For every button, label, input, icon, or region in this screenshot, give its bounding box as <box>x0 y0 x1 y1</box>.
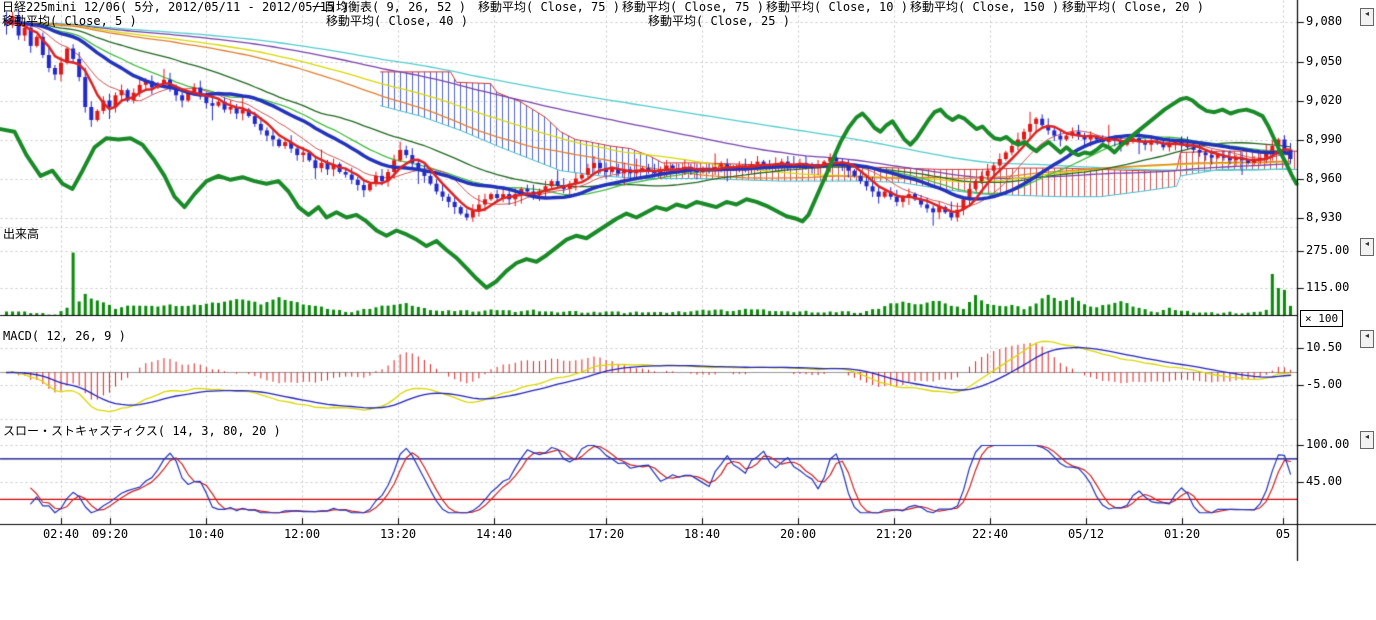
stoch-axis-tick-label: 100.00 <box>1306 438 1349 451</box>
time-axis-tick-label: 20:00 <box>780 528 816 541</box>
price-axis-tick-label: 8,960 <box>1306 172 1342 185</box>
chart-window: 日経225mini 12/06( 5分, 2012/05/11 - 2012/0… <box>0 0 1376 620</box>
time-axis-tick-label: 17:20 <box>588 528 624 541</box>
macd-panel-label: MACD( 12, 26, 9 ) <box>3 330 126 343</box>
volume-multiplier-badge: × 100 <box>1300 310 1343 327</box>
header-indicator-label: 移動平均( Close, 75 ) <box>622 1 764 14</box>
volume-panel-label: 出来高 <box>3 228 39 241</box>
volume-axis-tick-label: 275.00 <box>1306 244 1349 257</box>
price-axis-tick-label: 8,990 <box>1306 133 1342 146</box>
price-axis-tick-label: 9,050 <box>1306 55 1342 68</box>
header-indicator-label: 移動平均( Close, 150 ) <box>910 1 1059 14</box>
header-indicator-label: 移動平均( Close, 20 ) <box>1062 1 1204 14</box>
panel-scroll-arrow-button[interactable]: ◂ <box>1360 238 1374 256</box>
header-indicator-label: 移動平均( Close, 40 ) <box>326 15 468 28</box>
header-indicator-label: 移動平均( Close, 25 ) <box>648 15 790 28</box>
header-indicator-label: 移動平均( Close, 10 ) <box>766 1 908 14</box>
stoch-axis-tick-label: 45.00 <box>1306 475 1342 488</box>
time-axis-tick-label: 09:20 <box>92 528 128 541</box>
volume-axis-tick-label: 115.00 <box>1306 281 1349 294</box>
time-axis-tick-label: 05 <box>1276 528 1290 541</box>
stochastics-panel-label: スロー・ストキャスティクス( 14, 3, 80, 20 ) <box>3 425 281 438</box>
time-axis-tick-label: 05/12 <box>1068 528 1104 541</box>
time-axis-tick-label: 10:40 <box>188 528 224 541</box>
panel-scroll-arrow-button[interactable]: ◂ <box>1360 330 1374 348</box>
time-axis-tick-label: 01:20 <box>1164 528 1200 541</box>
panel-scroll-arrow-button[interactable]: ◂ <box>1360 431 1374 449</box>
panel-scroll-arrow-button[interactable]: ◂ <box>1360 8 1374 26</box>
header-indicator-label: 移動平均( Close, 5 ) <box>2 15 137 28</box>
header-indicator-label: 一目均衡表( 9, 26, 52 ) <box>312 1 466 14</box>
price-axis-tick-label: 9,080 <box>1306 15 1342 28</box>
macd-axis-tick-label: -5.00 <box>1306 378 1342 391</box>
time-axis-tick-label: 02:40 <box>43 528 79 541</box>
time-axis-tick-label: 13:20 <box>380 528 416 541</box>
time-axis-tick-label: 21:20 <box>876 528 912 541</box>
time-axis-tick-label: 12:00 <box>284 528 320 541</box>
price-axis-tick-label: 8,930 <box>1306 211 1342 224</box>
time-axis-tick-label: 18:40 <box>684 528 720 541</box>
macd-axis-tick-label: 10.50 <box>1306 341 1342 354</box>
header-indicator-label: 日経225mini 12/06( 5分, 2012/05/11 - 2012/0… <box>2 1 349 14</box>
price-axis-tick-label: 9,020 <box>1306 94 1342 107</box>
header-indicator-label: 移動平均( Close, 75 ) <box>478 1 620 14</box>
time-axis-tick-label: 14:40 <box>476 528 512 541</box>
time-axis-tick-label: 22:40 <box>972 528 1008 541</box>
